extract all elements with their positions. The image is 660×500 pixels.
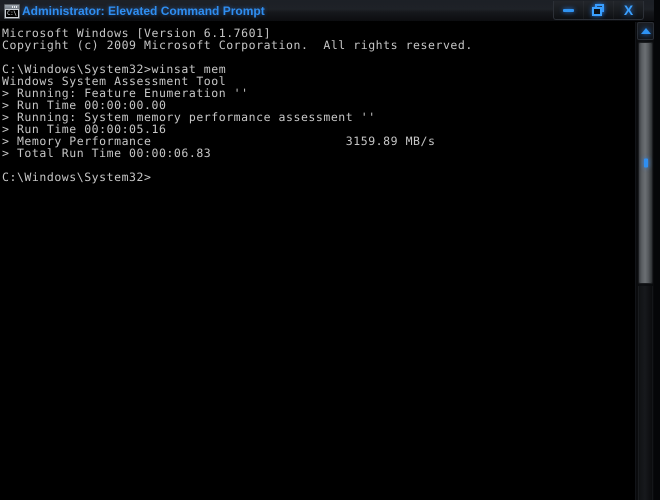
console-window-icon[interactable]: C:\ — [4, 4, 20, 19]
close-button[interactable]: X — [613, 1, 643, 19]
command-prompt-window: C:\ Administrator: Elevated Command Prom… — [0, 0, 660, 500]
window-controls: X — [553, 1, 644, 20]
scroll-up-arrow-icon — [640, 28, 651, 34]
window-title: Administrator: Elevated Command Prompt — [22, 4, 265, 18]
scrollbar-track[interactable] — [638, 286, 653, 500]
minimize-icon — [563, 8, 574, 12]
console-scrollbar[interactable] — [635, 22, 654, 500]
console-icon-dots — [12, 6, 18, 8]
console-icon-screen: C:\ — [6, 10, 18, 17]
console-output-area[interactable]: Microsoft Windows [Version 6.1.7601] Cop… — [0, 22, 633, 500]
restore-icon-front-square — [592, 7, 602, 16]
desktop-edge — [654, 0, 660, 500]
console-text: Microsoft Windows [Version 6.1.7601] Cop… — [2, 26, 473, 184]
restore-button[interactable] — [583, 1, 613, 19]
close-icon: X — [623, 2, 634, 18]
scrollbar-thumb-grip — [643, 158, 648, 168]
minimize-button[interactable] — [554, 1, 583, 19]
scrollbar-thumb[interactable] — [638, 42, 653, 284]
restore-icon — [592, 4, 605, 16]
window-titlebar[interactable]: C:\ Administrator: Elevated Command Prom… — [0, 0, 660, 22]
scrollbar-up-button[interactable] — [637, 22, 654, 40]
